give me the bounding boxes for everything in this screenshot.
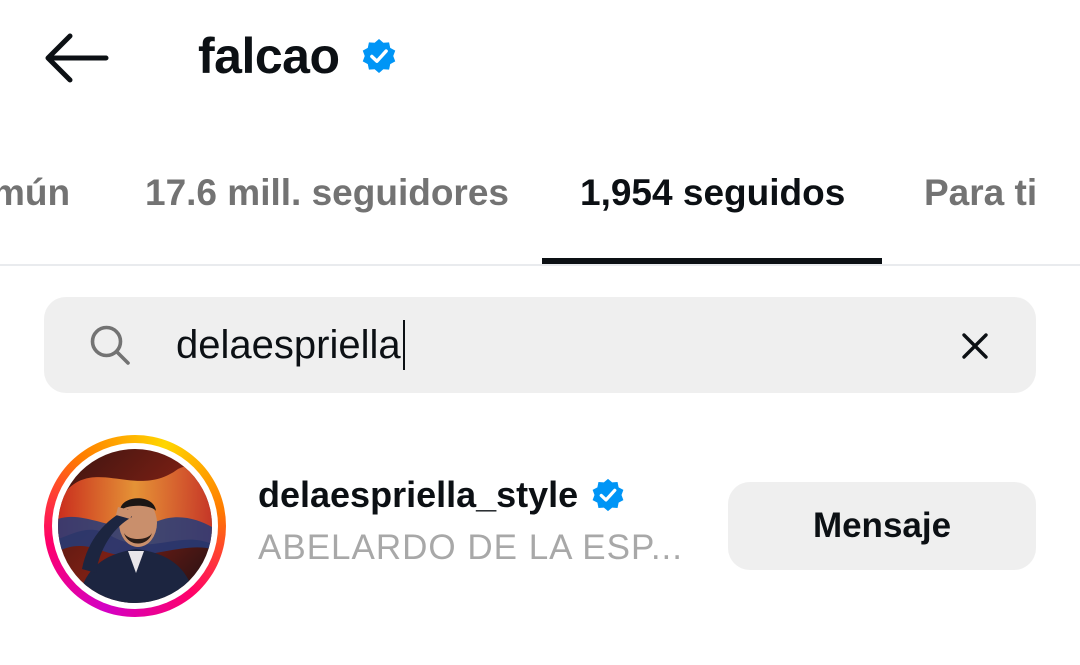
search-input[interactable]: delaespriella xyxy=(176,319,405,371)
page-title: falcao xyxy=(198,28,340,84)
profile-following-page: falcao mún 17.6 mill. seguidores 1,954 s… xyxy=(0,0,1080,665)
avatar xyxy=(58,449,212,603)
search-input-value: delaespriella xyxy=(176,322,401,367)
story-ring-gap xyxy=(52,443,218,609)
message-button[interactable]: Mensaje xyxy=(728,482,1036,570)
tab-mutual[interactable]: mún xyxy=(0,172,70,214)
top-bar: falcao xyxy=(0,0,1080,120)
close-icon xyxy=(962,333,988,359)
clear-search-button[interactable] xyxy=(956,327,994,365)
search-bar[interactable]: delaespriella xyxy=(44,297,1036,393)
tab-followers[interactable]: 17.6 mill. seguidores xyxy=(145,172,509,214)
result-full-name: ABELARDO DE LA ESP... xyxy=(258,528,683,567)
text-cursor xyxy=(402,320,405,370)
verified-badge-icon xyxy=(360,37,398,75)
tab-for-you[interactable]: Para ti xyxy=(924,172,1037,214)
verified-badge-icon xyxy=(590,477,626,513)
profile-title: falcao xyxy=(198,24,398,88)
result-username[interactable]: delaespriella_style xyxy=(258,474,626,516)
list-item[interactable]: delaespriella_style ABELARDO DE LA ESP..… xyxy=(0,430,1080,620)
back-button[interactable] xyxy=(40,26,112,90)
follow-tabs: mún 17.6 mill. seguidores 1,954 seguidos… xyxy=(0,160,1080,266)
arrow-left-icon xyxy=(45,33,109,83)
tab-following[interactable]: 1,954 seguidos xyxy=(580,172,845,214)
search-icon xyxy=(88,323,132,367)
tabs-divider xyxy=(0,264,1080,266)
username-text: delaespriella_style xyxy=(258,474,579,515)
story-ring[interactable] xyxy=(44,435,226,617)
